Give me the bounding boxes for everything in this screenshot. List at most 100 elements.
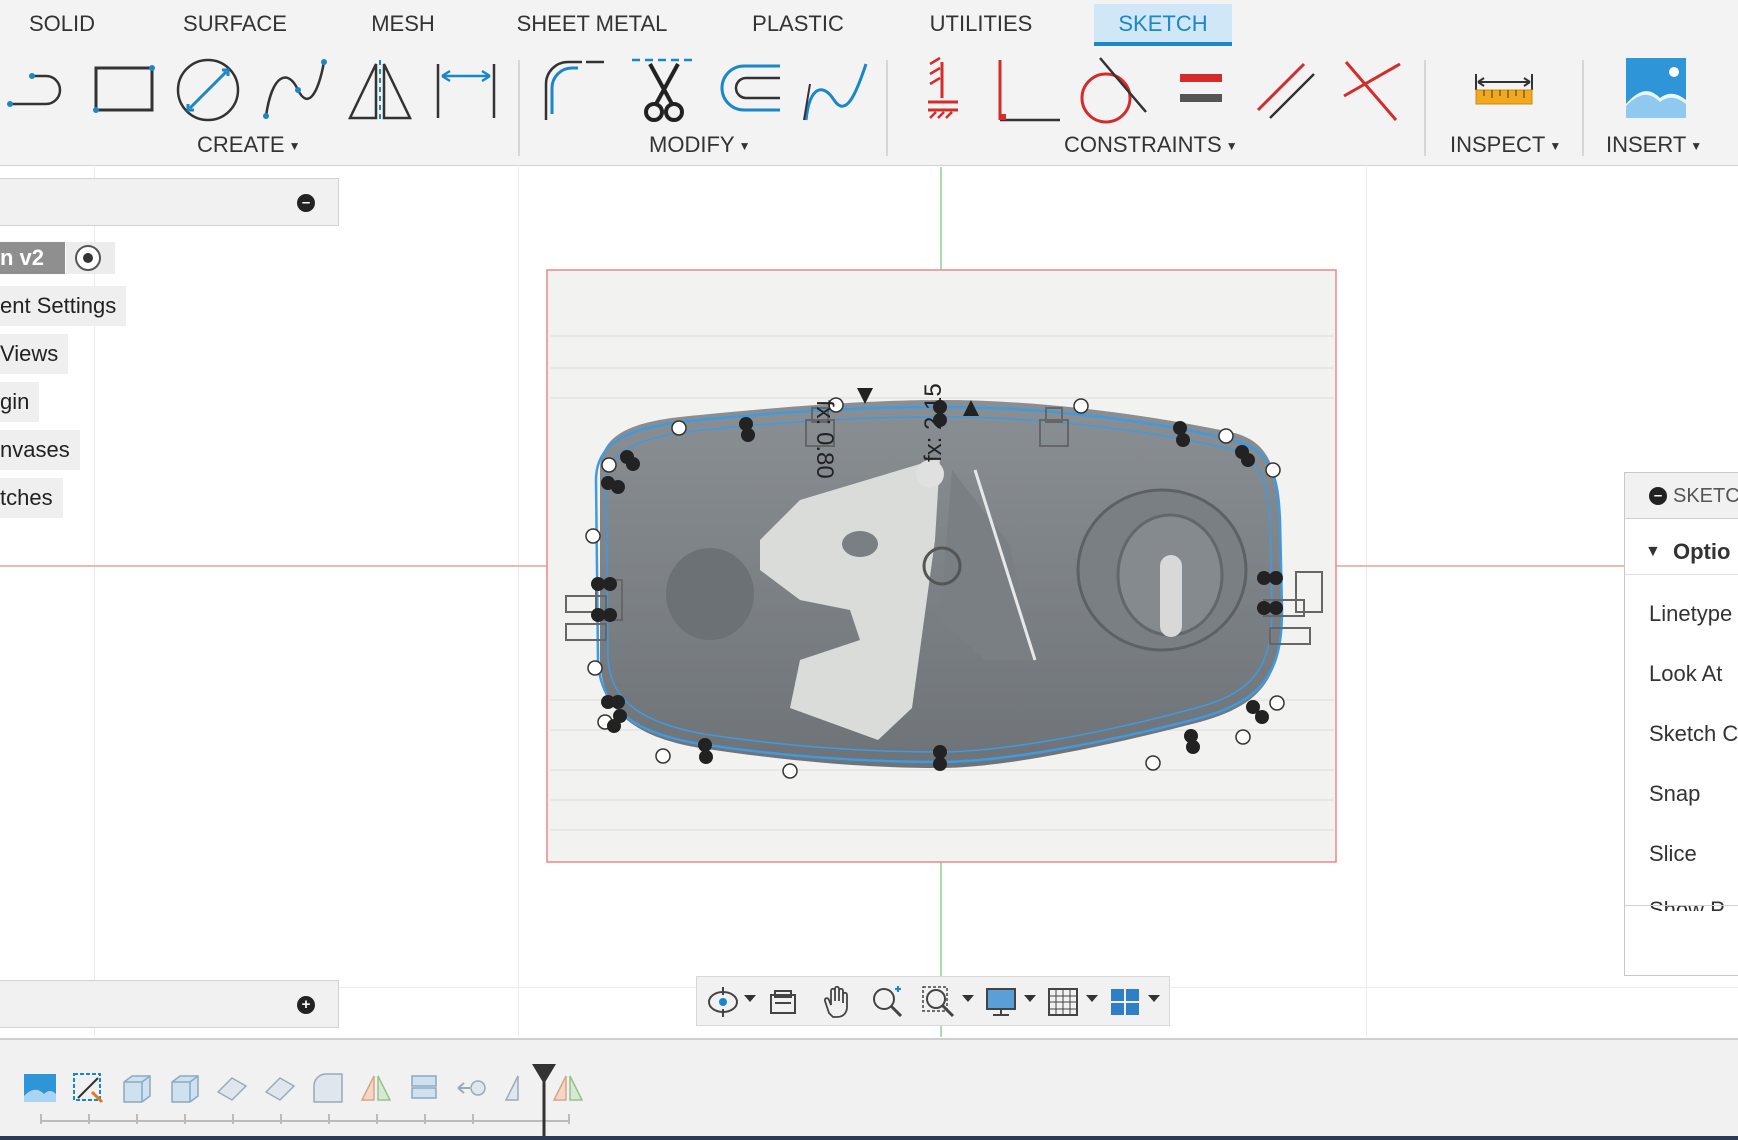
fillet-icon[interactable]: [538, 54, 610, 126]
angle-constraint-icon[interactable]: [1336, 54, 1408, 126]
browser-panel-header: –: [0, 178, 339, 226]
dimension-label[interactable]: fx: 2.15: [920, 366, 948, 462]
spline-edit-icon[interactable]: [800, 54, 872, 126]
slot-icon[interactable]: [2, 54, 74, 126]
spline-icon[interactable]: [258, 54, 330, 126]
palette-options-label: Optio: [1673, 539, 1731, 564]
modify-menu-label: MODIFY: [649, 132, 735, 157]
palette-options-section[interactable]: ▼ Optio: [1625, 533, 1738, 575]
inspect-menu-label: INSPECT: [1450, 132, 1546, 157]
timeline-tick: [568, 1114, 570, 1124]
parallel-constraint-icon[interactable]: [1250, 54, 1322, 126]
insert-menu[interactable]: INSERT ▼: [1606, 132, 1702, 158]
timeline-tick: [88, 1114, 90, 1124]
timeline-marker[interactable]: [530, 1062, 558, 1140]
document-activate[interactable]: [66, 242, 115, 274]
document-node[interactable]: n v2: [0, 242, 65, 274]
tab-sheet-metal[interactable]: SHEET METAL: [512, 4, 672, 46]
create-menu[interactable]: CREATE ▼: [197, 132, 301, 158]
extrude-icon[interactable]: [166, 1070, 202, 1106]
orbit-dropdown[interactable]: [744, 995, 756, 1002]
palette-option-snap[interactable]: Snap: [1649, 781, 1700, 807]
display-settings-icon[interactable]: [981, 983, 1021, 1021]
browser-item-document-settings[interactable]: ent Settings: [0, 286, 127, 326]
chevron-down-icon: ▼: [1225, 139, 1238, 154]
window-bottom-edge: [0, 1136, 1738, 1140]
fillet-icon[interactable]: [310, 1070, 346, 1106]
zoom-icon[interactable]: [867, 983, 907, 1021]
palette-option-slice[interactable]: Slice: [1649, 841, 1697, 867]
dimension-icon[interactable]: [430, 54, 502, 126]
timeline-tick: [424, 1114, 426, 1124]
tab-surface[interactable]: SURFACE: [180, 4, 290, 46]
browser-item-named-views[interactable]: Views: [0, 334, 69, 374]
dimension-label[interactable]: fx: 0.80: [810, 400, 838, 496]
measure-icon[interactable]: [1468, 54, 1540, 126]
display-settings-dropdown[interactable]: [1024, 995, 1036, 1002]
palette-option-show-profile[interactable]: Show P: [1649, 897, 1725, 911]
viewports-dropdown[interactable]: [1148, 995, 1160, 1002]
canvas-image-icon[interactable]: [22, 1070, 58, 1106]
create-menu-label: CREATE: [197, 132, 285, 157]
mirror-icon[interactable]: [358, 1070, 394, 1106]
tab-solid[interactable]: SOLID: [14, 4, 110, 46]
tab-utilities[interactable]: UTILITIES: [924, 4, 1038, 46]
zoom-window-icon[interactable]: [919, 983, 959, 1021]
zoom-dropdown[interactable]: [962, 995, 974, 1002]
pan-icon[interactable]: [815, 983, 855, 1021]
grid-settings-dropdown[interactable]: [1086, 995, 1098, 1002]
rectangle-icon[interactable]: [88, 54, 160, 126]
navigation-bar: [696, 976, 1170, 1026]
palette-divider: [1625, 905, 1738, 906]
fix-constraint-icon[interactable]: [906, 54, 978, 126]
perpendicular-constraint-icon[interactable]: [994, 54, 1066, 126]
browser-item-origin[interactable]: gin: [0, 382, 40, 422]
offset-icon[interactable]: [714, 54, 786, 126]
shell-icon[interactable]: [262, 1070, 298, 1106]
chevron-down-icon: ▼: [738, 139, 751, 154]
tangent-constraint-icon[interactable]: [1080, 54, 1152, 126]
design-canvas[interactable]: fx: 0.80 fx: 2.15: [0, 167, 1738, 1037]
combine-icon[interactable]: [406, 1070, 442, 1106]
equal-constraint-icon[interactable]: [1166, 54, 1238, 126]
mirror-icon[interactable]: [344, 54, 416, 126]
palette-option-sketch-grid[interactable]: Sketch C: [1649, 721, 1738, 747]
tab-plastic[interactable]: PLASTIC: [748, 4, 848, 46]
extrude-icon[interactable]: [118, 1070, 154, 1106]
expand-comments-button[interactable]: +: [297, 996, 315, 1014]
circle-icon[interactable]: [172, 54, 244, 126]
shell-icon[interactable]: [214, 1070, 250, 1106]
group-separator: [1582, 60, 1584, 156]
chevron-down-icon: ▼: [288, 139, 301, 154]
sketch-icon[interactable]: [70, 1070, 106, 1106]
canvas-image[interactable]: [546, 269, 1337, 863]
modify-menu[interactable]: MODIFY ▼: [649, 132, 750, 158]
constraints-menu[interactable]: CONSTRAINTS ▼: [1064, 132, 1238, 158]
timeline-tick: [280, 1114, 282, 1124]
palette-option-look-at[interactable]: Look At: [1649, 661, 1722, 687]
tab-sketch[interactable]: SKETCH: [1094, 4, 1232, 46]
tab-mesh[interactable]: MESH: [360, 4, 446, 46]
browser-item-canvases[interactable]: nvases: [0, 430, 80, 470]
collapse-palette-button[interactable]: –: [1649, 487, 1667, 505]
sketch-palette-header: – SKETC: [1625, 473, 1738, 519]
insert-image-icon[interactable]: [1620, 54, 1692, 126]
viewports-icon[interactable]: [1105, 983, 1145, 1021]
timeline-tick: [136, 1114, 138, 1124]
palette-option-linetype[interactable]: Linetype: [1649, 601, 1732, 627]
timeline-tick: [232, 1114, 234, 1124]
collapse-browser-button[interactable]: –: [297, 194, 315, 212]
trim-icon[interactable]: [628, 54, 700, 126]
insert-menu-label: INSERT: [1606, 132, 1687, 157]
move-icon[interactable]: [454, 1070, 490, 1106]
grid-settings-icon[interactable]: [1043, 983, 1083, 1021]
comments-panel-header: +: [0, 980, 339, 1028]
look-at-icon[interactable]: [763, 983, 803, 1021]
radio-icon: [75, 245, 101, 271]
sketch-viewport: [0, 167, 1738, 1037]
browser-item-sketches[interactable]: tches: [0, 478, 63, 518]
sketch-palette-title: SKETC: [1673, 485, 1738, 507]
orbit-icon[interactable]: [703, 983, 743, 1021]
inspect-menu[interactable]: INSPECT ▼: [1450, 132, 1561, 158]
chevron-down-icon: ▼: [1549, 139, 1562, 154]
